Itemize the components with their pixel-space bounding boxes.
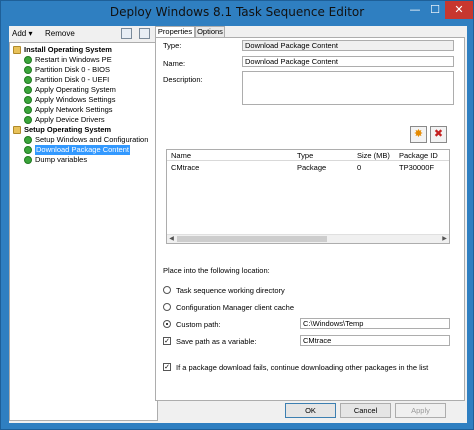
column-header-package-id[interactable]: Package ID bbox=[399, 151, 438, 160]
check-icon bbox=[24, 86, 32, 94]
radio-client-cache[interactable] bbox=[163, 303, 171, 311]
cell-package-id: TP30000F bbox=[399, 163, 435, 172]
description-textarea[interactable] bbox=[242, 71, 454, 105]
tree-item-label: Dump variables bbox=[35, 155, 88, 164]
custom-path-input[interactable]: C:\Windows\Temp bbox=[300, 318, 450, 329]
check-icon bbox=[24, 156, 32, 164]
horizontal-scrollbar[interactable]: ◀ ▶ bbox=[167, 234, 449, 243]
radio-custom-path-label: Custom path: bbox=[176, 320, 221, 329]
tree-item-label: Partition Disk 0 - BIOS bbox=[35, 65, 111, 74]
ok-button[interactable]: OK bbox=[285, 403, 336, 418]
column-header-name[interactable]: Name bbox=[171, 151, 191, 160]
save-path-variable-input[interactable]: CMtrace bbox=[300, 335, 450, 346]
check-icon bbox=[24, 136, 32, 144]
name-input[interactable]: Download Package Content bbox=[242, 56, 454, 67]
save-path-checkbox[interactable]: ✓ bbox=[163, 337, 171, 345]
check-icon bbox=[24, 96, 32, 104]
type-label: Type: bbox=[163, 41, 182, 50]
window-title: Deploy Windows 8.1 Task Sequence Editor bbox=[109, 5, 365, 19]
scroll-thumb[interactable] bbox=[177, 236, 327, 242]
tree-item-label: Apply Network Settings bbox=[35, 105, 113, 114]
minimize-button[interactable]: — bbox=[405, 1, 425, 19]
package-list-header: Name Type Size (MB) Package ID bbox=[167, 150, 449, 161]
close-button[interactable]: ✕ bbox=[445, 1, 473, 19]
radio-working-directory[interactable] bbox=[163, 286, 171, 294]
apply-button[interactable]: Apply bbox=[395, 403, 446, 418]
description-label: Description: bbox=[163, 75, 203, 84]
editor-client-area: Add ▾ Remove Install Operating System Re… bbox=[9, 26, 467, 423]
check-icon bbox=[24, 146, 32, 154]
tree-item-label: Setup Operating System bbox=[24, 125, 112, 134]
tree-item-label: Restart in Windows PE bbox=[35, 55, 112, 64]
add-menu-button[interactable]: Add ▾ bbox=[12, 29, 32, 38]
cell-type: Package bbox=[297, 163, 327, 172]
save-path-label: Save path as a variable: bbox=[176, 337, 257, 346]
continue-on-fail-checkbox[interactable]: ✓ bbox=[163, 363, 171, 371]
check-icon bbox=[24, 76, 32, 84]
radio-working-directory-label: Task sequence working directory bbox=[176, 286, 285, 295]
step-toolbar: Add ▾ Remove bbox=[9, 26, 158, 42]
title-bar[interactable]: Deploy Windows 8.1 Task Sequence Editor … bbox=[1, 1, 473, 26]
task-sequence-editor-window: Deploy Windows 8.1 Task Sequence Editor … bbox=[0, 0, 474, 430]
delete-x-icon[interactable]: ✖ bbox=[430, 126, 447, 143]
cancel-button[interactable]: Cancel bbox=[340, 403, 391, 418]
tree-item-label: Apply Device Drivers bbox=[35, 115, 105, 124]
check-icon bbox=[24, 56, 32, 64]
remove-button[interactable]: Remove bbox=[45, 29, 75, 38]
radio-custom-path[interactable] bbox=[163, 320, 171, 328]
folder-icon bbox=[13, 126, 21, 134]
radio-client-cache-label: Configuration Manager client cache bbox=[176, 303, 294, 312]
name-label: Name: bbox=[163, 59, 186, 68]
starburst-add-icon[interactable]: ✸ bbox=[410, 126, 427, 143]
tree-item-label: Partition Disk 0 - UEFI bbox=[35, 75, 110, 84]
tree-item-label: Install Operating System bbox=[24, 45, 112, 54]
location-heading: Place into the following location: bbox=[163, 266, 270, 275]
folder-icon bbox=[13, 46, 21, 54]
tree-item-label: Apply Operating System bbox=[35, 85, 116, 94]
cell-size: 0 bbox=[357, 163, 362, 172]
continue-on-fail-label: If a package download fails, continue do… bbox=[176, 363, 429, 372]
type-field: Download Package Content bbox=[242, 40, 454, 51]
properties-panel: Type: Download Package Content Name: Dow… bbox=[155, 37, 465, 401]
scroll-left-icon[interactable]: ◀ bbox=[167, 235, 176, 243]
check-icon bbox=[24, 66, 32, 74]
tab-options[interactable]: Options bbox=[195, 26, 225, 37]
column-header-type[interactable]: Type bbox=[297, 151, 313, 160]
move-up-icon[interactable] bbox=[121, 28, 132, 39]
cell-name: CMtrace bbox=[171, 163, 200, 172]
scroll-right-icon[interactable]: ▶ bbox=[440, 235, 449, 243]
column-header-size[interactable]: Size (MB) bbox=[357, 151, 390, 160]
check-icon bbox=[24, 116, 32, 124]
task-sequence-tree[interactable]: Install Operating System Restart in Wind… bbox=[9, 42, 158, 421]
tree-item-label: Download Package Content bbox=[35, 145, 130, 155]
package-list[interactable]: Name Type Size (MB) Package ID CMtrace P… bbox=[166, 149, 450, 244]
check-icon bbox=[24, 106, 32, 114]
tree-item-label: Apply Windows Settings bbox=[35, 95, 116, 104]
maximize-button[interactable]: ☐ bbox=[425, 1, 445, 19]
tree-item-label: Setup Windows and Configuration bbox=[35, 135, 149, 144]
move-down-icon[interactable] bbox=[139, 28, 150, 39]
